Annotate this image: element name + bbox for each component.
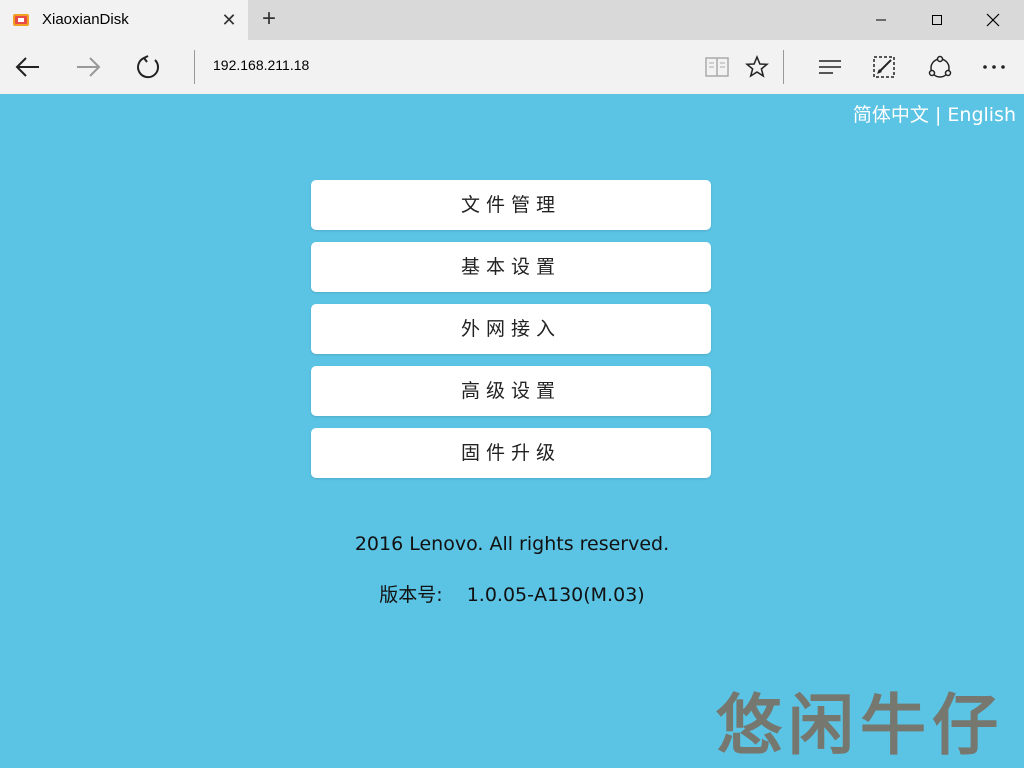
favicon-icon [13, 14, 29, 26]
watermark: 悠闲牛仔 [716, 686, 1004, 764]
back-icon[interactable] [10, 50, 46, 84]
browser-toolbar: 192.168.211.18 [0, 40, 1024, 94]
maximize-icon[interactable] [910, 0, 964, 40]
tab-title: XiaoxianDisk [42, 11, 129, 28]
copyright-text: 2016 Lenovo. All rights reserved. [354, 533, 670, 555]
browser-titlebar: XiaoxianDisk ✕ + [0, 0, 1024, 40]
version-label: 版本号: [379, 584, 443, 606]
more-icon[interactable] [976, 50, 1012, 84]
basic-settings-button[interactable]: 基本设置 [311, 242, 711, 292]
lang-divider: | [934, 104, 942, 126]
forward-icon[interactable] [70, 50, 106, 84]
web-note-icon[interactable] [866, 50, 902, 84]
refresh-icon[interactable] [130, 50, 166, 84]
version-info: 版本号: 1.0.05-A130(M.03) [0, 580, 1024, 607]
browser-tab[interactable]: XiaoxianDisk ✕ [0, 0, 248, 40]
lang-english-link[interactable]: English [947, 104, 1016, 126]
close-window-icon[interactable] [966, 0, 1020, 40]
separator [194, 50, 195, 84]
reading-view-icon[interactable] [699, 50, 735, 84]
version-value: 1.0.05-A130(M.03) [466, 584, 645, 606]
share-icon[interactable] [922, 50, 958, 84]
close-icon[interactable]: ✕ [219, 10, 239, 30]
plus-icon[interactable]: + [256, 6, 282, 32]
language-switcher: 简体中文 | English [853, 100, 1016, 127]
advanced-settings-button[interactable]: 高级设置 [311, 366, 711, 416]
lang-chinese-link[interactable]: 简体中文 [853, 104, 929, 126]
favorite-star-icon[interactable] [739, 50, 775, 84]
minimize-icon[interactable] [854, 0, 908, 40]
internet-access-button[interactable]: 外网接入 [311, 304, 711, 354]
file-management-button[interactable]: 文件管理 [311, 180, 711, 230]
separator [783, 50, 784, 84]
address-input[interactable]: 192.168.211.18 [213, 57, 309, 73]
main-menu: 文件管理 基本设置 外网接入 高级设置 固件升级 [311, 180, 711, 490]
hub-icon[interactable] [812, 50, 848, 84]
firmware-upgrade-button[interactable]: 固件升级 [311, 428, 711, 478]
